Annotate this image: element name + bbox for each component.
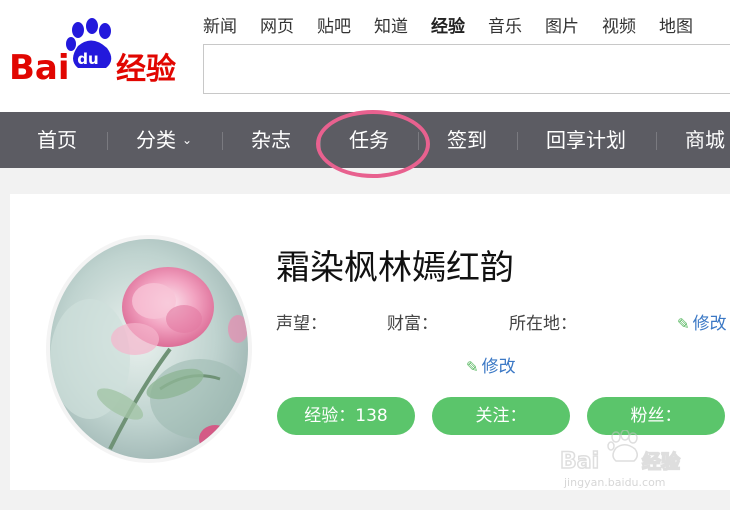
baidu-jingyan-logo[interactable]: du Bai 经验 xyxy=(8,18,188,88)
top-nav: 新闻 网页 贴吧 知道 经验 音乐 图片 视频 地图 xyxy=(203,12,716,37)
nav-divider xyxy=(222,132,223,150)
baidu-jingyan-watermark: Bai 经验 jingyan.baidu.com xyxy=(556,429,696,500)
svg-text:经验: 经验 xyxy=(116,52,176,87)
avatar-flower-image xyxy=(50,239,248,459)
watermark-url: jingyan.baidu.com xyxy=(564,476,666,489)
topnav-tieba[interactable]: 贴吧 xyxy=(317,12,351,37)
topnav-news[interactable]: 新闻 xyxy=(203,12,237,37)
nav-divider xyxy=(418,132,419,150)
topnav-jingyan[interactable]: 经验 xyxy=(431,12,465,37)
chevron-down-icon: ⌄ xyxy=(182,133,193,147)
wealth-label: 财富： xyxy=(387,314,438,334)
pencil-icon: ✎ xyxy=(677,315,690,333)
topnav-images[interactable]: 图片 xyxy=(545,12,579,37)
topnav-music[interactable]: 音乐 xyxy=(488,12,522,37)
topnav-web[interactable]: 网页 xyxy=(260,12,294,37)
svg-text:Bai: Bai xyxy=(560,449,599,474)
edit-location-link[interactable]: ✎ 修改 xyxy=(677,309,727,334)
nav-divider xyxy=(517,132,518,150)
avatar[interactable] xyxy=(46,235,252,463)
nav-divider xyxy=(656,132,657,150)
nav-home[interactable]: 首页 xyxy=(37,112,77,168)
edit-signature-label: 修改 xyxy=(481,357,516,377)
nav-category-label: 分类 xyxy=(136,128,176,152)
watermark-logo: Bai 经验 xyxy=(559,429,682,475)
nav-magazine[interactable]: 杂志 xyxy=(251,112,291,168)
nav-divider xyxy=(320,132,321,150)
reputation-label: 声望： xyxy=(276,314,327,334)
follow-count-button[interactable]: 关注： xyxy=(432,397,570,435)
topnav-zhidao[interactable]: 知道 xyxy=(374,12,408,37)
nav-divider xyxy=(107,132,108,150)
edit-location-label: 修改 xyxy=(692,314,727,334)
main-nav: 首页 分类 ⌄ 杂志 任务 签到 回享计划 商城 xyxy=(0,112,730,168)
site-header: du Bai 经验 新闻 网页 贴吧 知道 经验 音乐 图片 视频 地图 xyxy=(0,0,730,112)
svg-text:du: du xyxy=(77,50,98,68)
topnav-video[interactable]: 视频 xyxy=(602,12,636,37)
location-label: 所在地： xyxy=(509,314,577,334)
topnav-map[interactable]: 地图 xyxy=(659,12,693,37)
nav-category[interactable]: 分类 ⌄ xyxy=(136,112,192,168)
page-title: 霜染枫林嫣红韵 xyxy=(276,248,514,288)
nav-tasks[interactable]: 任务 xyxy=(349,112,389,168)
search-input[interactable] xyxy=(203,44,730,94)
edit-signature-link[interactable]: ✎ 修改 xyxy=(466,352,516,377)
nav-checkin[interactable]: 签到 xyxy=(447,112,487,168)
experience-count-button[interactable]: 经验：138 xyxy=(277,397,415,435)
nav-share-plan[interactable]: 回享计划 xyxy=(546,112,626,168)
logo-graphic: du Bai 经验 xyxy=(9,18,176,88)
nav-mall[interactable]: 商城 xyxy=(685,112,725,168)
svg-text:Bai: Bai xyxy=(9,48,70,88)
pencil-icon: ✎ xyxy=(466,358,479,376)
svg-text:经验: 经验 xyxy=(642,450,681,473)
